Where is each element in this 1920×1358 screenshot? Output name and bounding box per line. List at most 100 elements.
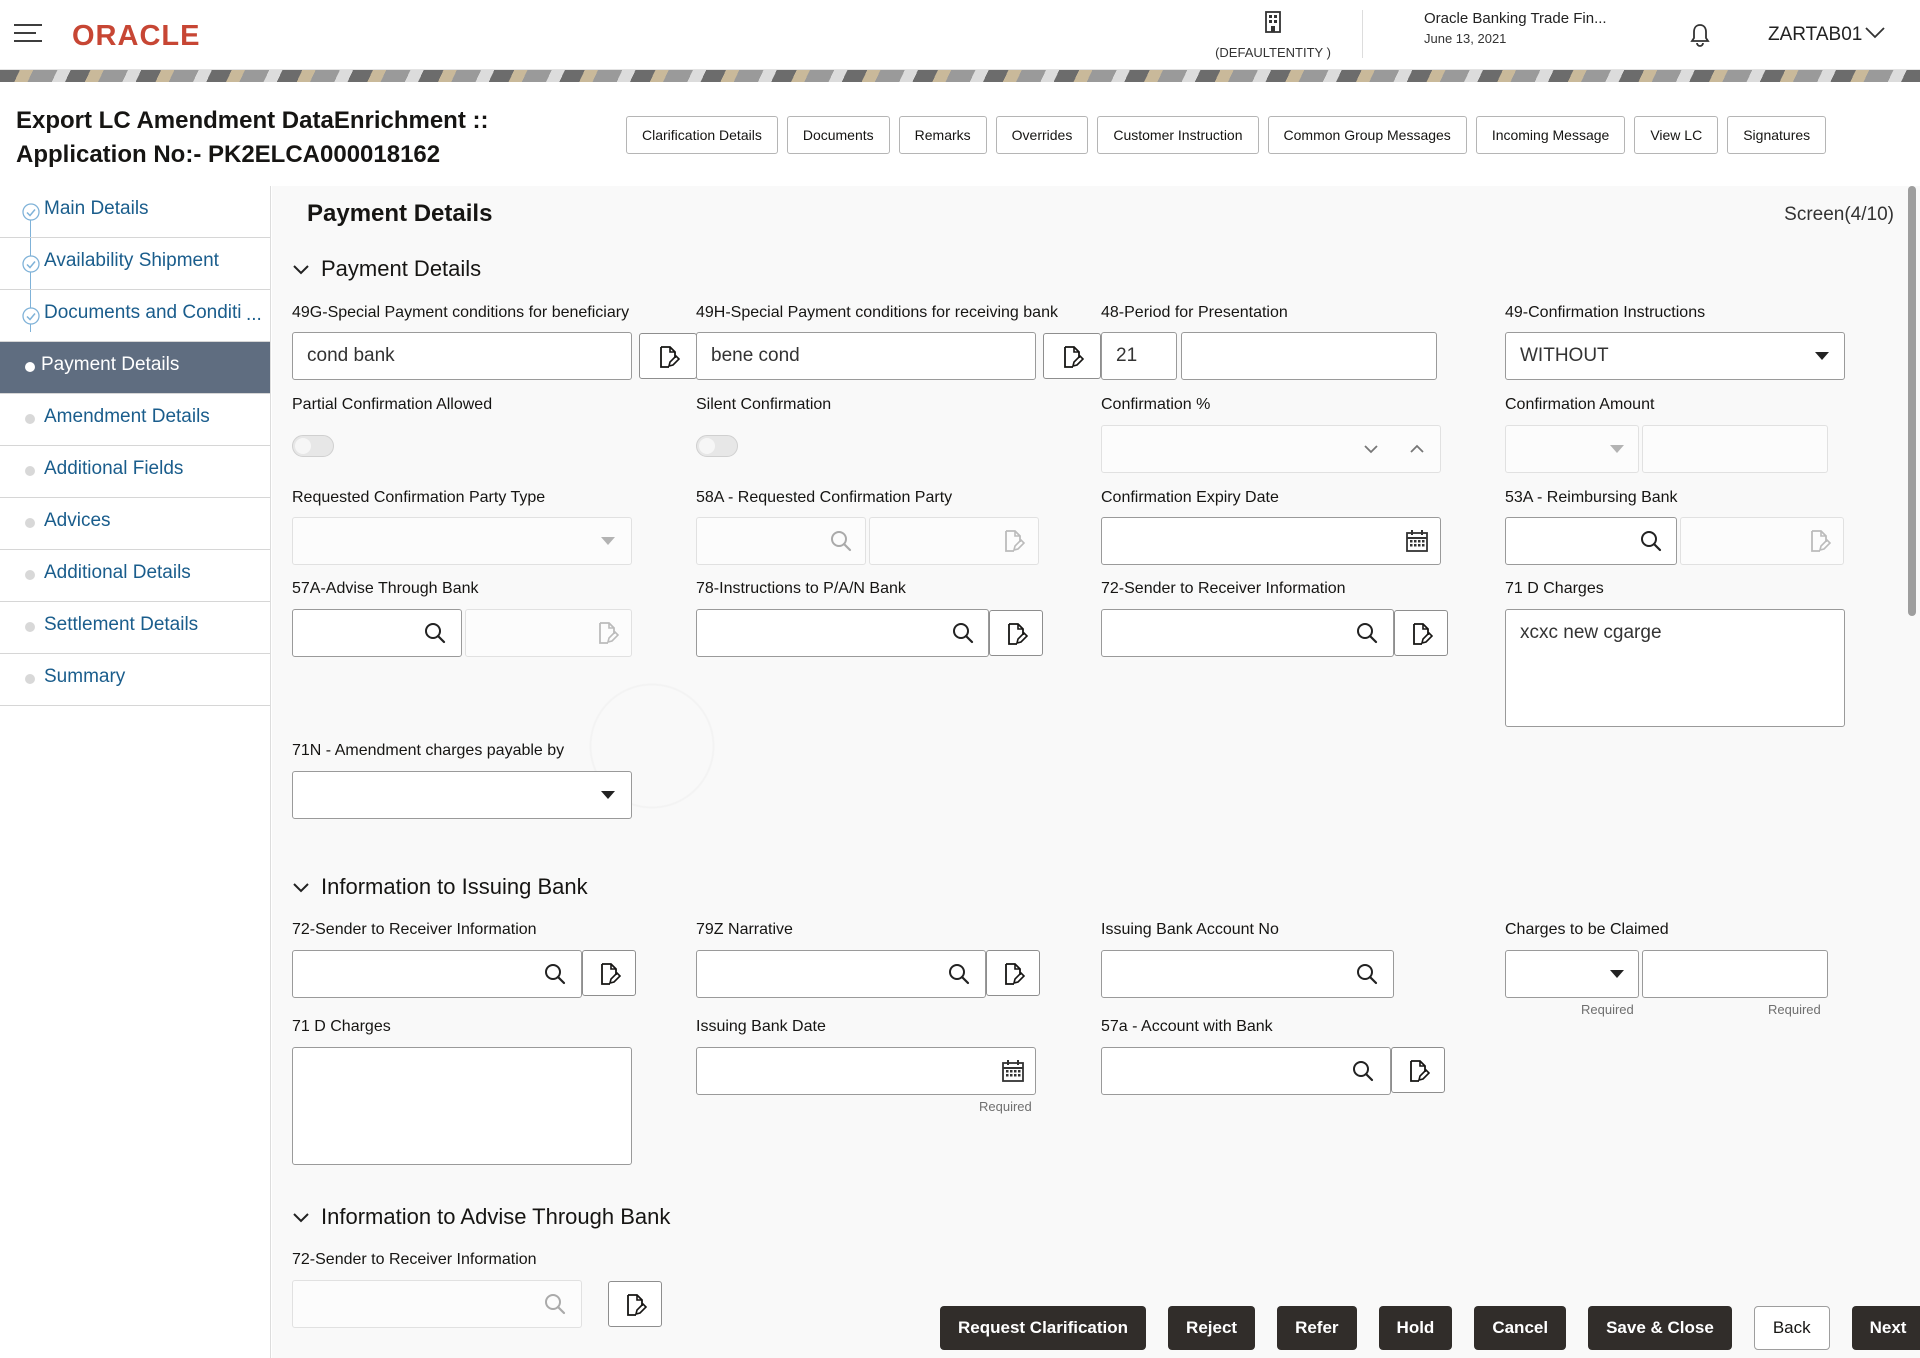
nav-item-settlement-details[interactable]: Settlement Details [0, 602, 270, 654]
dropdown-arrow-icon[interactable] [1610, 970, 1624, 978]
nav-item-availability-shipment[interactable]: Availability Shipment [0, 238, 270, 290]
remarks-button[interactable]: Remarks [898, 116, 987, 154]
user-menu[interactable]: ZARTAB01 [1768, 24, 1862, 46]
section-header-advise-through-bank[interactable]: Information to Advise Through Bank [293, 1204, 670, 1230]
edit-document-icon [656, 345, 680, 369]
confirmation-expiry-date-field[interactable] [1101, 517, 1441, 565]
edit-79z-button[interactable] [986, 950, 1040, 996]
special-payment-beneficiary-field[interactable]: cond bank [292, 332, 632, 380]
edit-72-button[interactable] [1394, 610, 1448, 656]
vertical-scrollbar[interactable] [1908, 186, 1916, 616]
customer-instruction-button[interactable]: Customer Instruction [1097, 116, 1259, 154]
charges-71d-textarea[interactable]: xcxc new cgarge [1505, 609, 1845, 727]
advise-sender-to-receiver-field[interactable] [292, 1280, 582, 1328]
nav-item-label: Availability Shipment [44, 250, 219, 271]
overrides-button[interactable]: Overrides [995, 116, 1089, 154]
narrative-79z-field[interactable] [696, 950, 986, 998]
special-payment-receiving-bank-field[interactable]: bene cond [696, 332, 1036, 380]
search-icon[interactable] [1348, 1056, 1378, 1086]
issuing-bank-date-field[interactable] [696, 1047, 1036, 1095]
nav-item-amendment-details[interactable]: Amendment Details [0, 394, 270, 446]
nav-item-additional-details[interactable]: Additional Details [0, 550, 270, 602]
signatures-button[interactable]: Signatures [1727, 116, 1827, 154]
oracle-logo: ORACLE [72, 20, 201, 52]
amendment-charges-payable-select[interactable] [292, 771, 632, 819]
search-icon[interactable] [944, 959, 974, 989]
dropdown-arrow-icon[interactable] [1815, 352, 1829, 360]
required-hint: Required [1768, 1002, 1821, 1017]
nav-item-label: Additional Fields [44, 458, 184, 479]
increment-icon[interactable] [1408, 440, 1426, 458]
search-icon[interactable] [1636, 526, 1666, 556]
chevron-down-icon [293, 883, 309, 893]
dropdown-arrow-icon[interactable] [601, 537, 615, 545]
label-79z: 79Z Narrative [696, 921, 793, 938]
edit-document-icon[interactable] [1804, 526, 1834, 556]
search-icon[interactable] [540, 959, 570, 989]
reject-button[interactable]: Reject [1168, 1306, 1256, 1350]
instructions-pan-bank-field[interactable] [696, 609, 989, 657]
dropdown-arrow-icon[interactable] [1610, 445, 1624, 453]
confirmation-percent-field[interactable] [1101, 425, 1441, 473]
edit-advise-72-button[interactable] [608, 1281, 662, 1327]
toolbar: Clarification Details Documents Remarks … [626, 116, 1827, 154]
partial-confirmation-toggle[interactable] [292, 435, 334, 457]
chevron-down-icon[interactable] [1864, 26, 1886, 40]
calendar-icon[interactable] [998, 1056, 1028, 1086]
silent-confirmation-toggle[interactable] [696, 435, 738, 457]
nav-item-additional-fields[interactable]: Additional Fields [0, 446, 270, 498]
period-for-presentation-narrative[interactable] [1181, 332, 1437, 380]
label-requested-party-type: Requested Confirmation Party Type [292, 489, 546, 506]
view-lc-button[interactable]: View LC [1634, 116, 1719, 154]
issuing-bank-account-field[interactable] [1101, 950, 1394, 998]
save-close-button[interactable]: Save & Close [1588, 1306, 1732, 1350]
edit-49g-button[interactable] [639, 333, 697, 379]
section-header-payment-details[interactable]: Payment Details [293, 256, 481, 282]
dropdown-arrow-icon[interactable] [601, 791, 615, 799]
search-icon[interactable] [420, 618, 450, 648]
incoming-message-button[interactable]: Incoming Message [1475, 116, 1626, 154]
cancel-button[interactable]: Cancel [1474, 1306, 1567, 1350]
search-icon[interactable] [540, 1289, 570, 1319]
page-header: Export LC Amendment DataEnrichment :: Ap… [16, 104, 616, 172]
search-icon[interactable] [826, 526, 856, 556]
refer-button[interactable]: Refer [1277, 1306, 1357, 1350]
edit-78-button[interactable] [989, 610, 1043, 656]
edit-document-icon[interactable] [998, 526, 1028, 556]
nav-item-summary[interactable]: Summary [0, 654, 270, 706]
request-clarification-button[interactable]: Request Clarification [940, 1306, 1147, 1350]
documents-button[interactable]: Documents [786, 116, 890, 154]
decrement-icon[interactable] [1362, 440, 1380, 458]
nav-item-main-details[interactable]: Main Details [0, 186, 270, 238]
confirmation-amount-field[interactable] [1642, 425, 1828, 473]
common-group-messages-button[interactable]: Common Group Messages [1267, 116, 1467, 154]
nav-item-payment-details[interactable]: Payment Details [0, 342, 270, 394]
back-button[interactable]: Back [1753, 1306, 1830, 1350]
clarification-details-button[interactable]: Clarification Details [626, 116, 778, 154]
edit-57a-button[interactable] [1391, 1047, 1445, 1093]
edit-document-icon [1409, 622, 1433, 646]
issuing-sender-to-receiver-field[interactable] [292, 950, 582, 998]
requested-party-type-select[interactable] [292, 517, 632, 565]
label-issuing-account: Issuing Bank Account No [1101, 921, 1279, 938]
edit-49h-button[interactable] [1043, 333, 1101, 379]
search-icon[interactable] [948, 618, 978, 648]
entity-selector[interactable]: (DEFAULTENTITY ) [1208, 10, 1338, 60]
charges-claimed-amount-field[interactable] [1642, 950, 1828, 998]
calendar-icon[interactable] [1402, 526, 1432, 556]
search-icon[interactable] [1352, 959, 1382, 989]
edit-issuing-72-button[interactable] [582, 950, 636, 996]
hamburger-menu-icon[interactable] [14, 24, 42, 46]
next-button[interactable]: Next [1851, 1306, 1920, 1350]
nav-item-advices[interactable]: Advices [0, 498, 270, 550]
period-for-presentation-days[interactable]: 21 [1101, 332, 1177, 380]
sender-to-receiver-info-field[interactable] [1101, 609, 1394, 657]
hold-button[interactable]: Hold [1378, 1306, 1453, 1350]
search-icon[interactable] [1352, 618, 1382, 648]
confirmation-instructions-select[interactable]: WITHOUT [1505, 332, 1845, 380]
notification-bell-icon[interactable] [1688, 22, 1712, 48]
edit-document-icon[interactable] [592, 618, 622, 648]
nav-item-documents-and-conditions[interactable]: Documents and Conditi ... [0, 290, 270, 342]
section-header-issuing-bank[interactable]: Information to Issuing Bank [293, 874, 588, 900]
issuing-charges-71d-textarea[interactable] [292, 1047, 632, 1165]
